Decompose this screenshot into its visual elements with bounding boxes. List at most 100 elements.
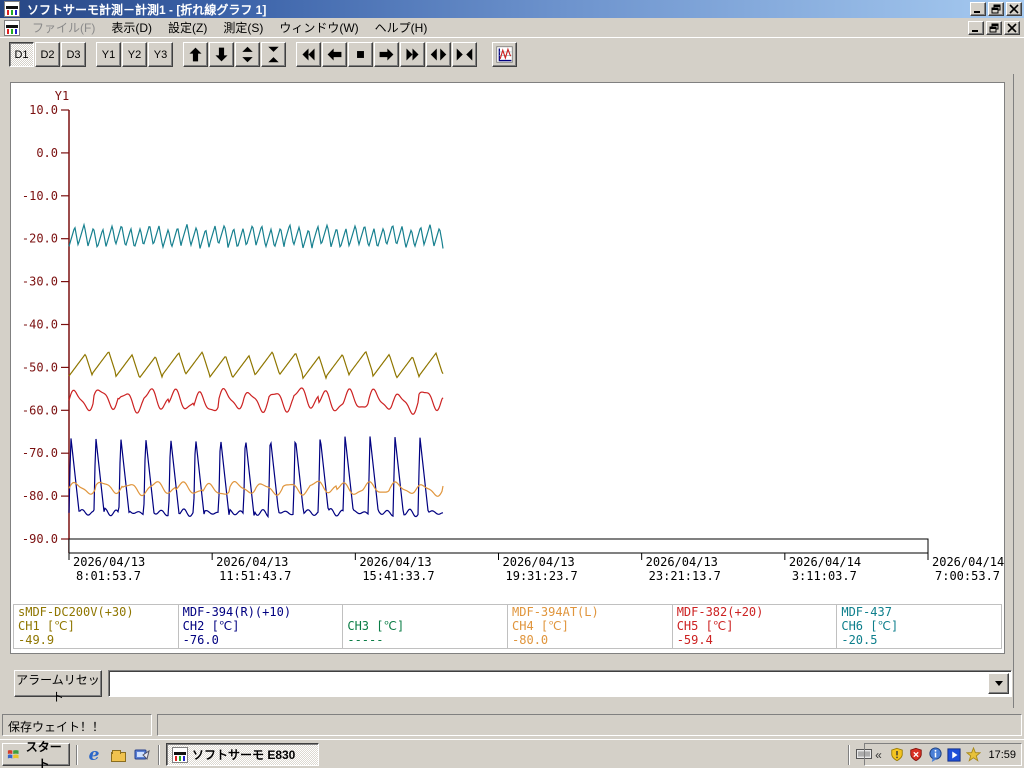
- y-tick-label: -90.0: [22, 532, 58, 546]
- legend-ch5-channel: CH5 [℃]: [676, 619, 734, 633]
- expand-vertical-button[interactable]: [235, 42, 260, 67]
- x-tick-date: 2026/04/14: [932, 555, 1004, 569]
- mdi-close-button[interactable]: [1004, 20, 1020, 35]
- x-tick-date: 2026/04/13: [73, 555, 145, 569]
- taskbar-separator: [158, 745, 160, 765]
- show-desktop-icon[interactable]: [132, 745, 152, 765]
- info-balloon-icon[interactable]: [927, 747, 943, 763]
- line-chart: Y110.0 0.0 -10.0 -20.0 -30.0 -40.0 -50.0 -60.0 -…: [22, 89, 1004, 583]
- app-icon: [4, 1, 20, 17]
- y-tick-label: -60.0: [22, 403, 58, 417]
- menu-settings[interactable]: 設定(Z): [160, 18, 215, 37]
- menu-measure[interactable]: 測定(S): [215, 18, 271, 37]
- expand-horizontal-icon: [430, 48, 447, 61]
- close-button[interactable]: [1006, 2, 1022, 16]
- internet-explorer-icon[interactable]: e: [84, 745, 104, 765]
- x-tick-time: 11:51:43.7: [219, 569, 291, 583]
- legend-ch6-value: -20.5: [841, 633, 878, 647]
- start-label: スタート: [25, 739, 62, 768]
- time-range-box[interactable]: [68, 538, 929, 554]
- y-tick-label: -30.0: [22, 275, 58, 289]
- x-tick-date: 2026/04/13: [646, 555, 718, 569]
- d1-button[interactable]: D1: [9, 42, 34, 67]
- legend-ch3-channel: CH3 [℃]: [347, 619, 405, 633]
- stop-button[interactable]: [348, 42, 373, 67]
- legend-ch5-value: -59.4: [676, 633, 713, 647]
- alarm-reset-button[interactable]: アラームリセット: [14, 670, 102, 704]
- rewind-button[interactable]: [296, 42, 321, 67]
- legend-ch6: MDF-437 CH6 [℃] -20.5: [837, 605, 1001, 648]
- system-tray: « 17:59: [864, 743, 1022, 766]
- folder-icon[interactable]: [108, 745, 128, 765]
- status-message: 保存ウェイト！！: [2, 714, 152, 736]
- window-title: ソフトサーモ計測－計測1 - [折れ線グラフ 1]: [27, 2, 267, 17]
- legend-ch4-channel: CH4 [℃]: [512, 619, 569, 633]
- compress-horizontal-button[interactable]: [452, 42, 477, 67]
- y1-button[interactable]: Y1: [96, 42, 121, 67]
- expand-horizontal-button[interactable]: [426, 42, 451, 67]
- media-play-icon[interactable]: [946, 747, 962, 763]
- taskbar-separator: [76, 745, 78, 765]
- menu-window[interactable]: ウィンドウ(W): [271, 18, 366, 37]
- menu-help[interactable]: ヘルプ(H): [367, 18, 436, 37]
- y2-button[interactable]: Y2: [122, 42, 147, 67]
- menu-view[interactable]: 表示(D): [103, 18, 160, 37]
- y-tick-label: 0.0: [36, 146, 58, 160]
- legend-ch3-name: [347, 605, 503, 619]
- mdi-minimize-button[interactable]: [968, 20, 984, 35]
- scroll-down-button[interactable]: [209, 42, 234, 67]
- security-warning-shield-icon[interactable]: [889, 747, 905, 763]
- toolbar: D1 D2 D3 Y1 Y2 Y3: [0, 37, 1024, 71]
- series-ch6: [68, 222, 444, 250]
- star-icon[interactable]: [965, 747, 981, 763]
- rewind-icon: [302, 48, 315, 61]
- alarm-combo-input[interactable]: [111, 673, 985, 694]
- channel-legend: sMDF-DC200V(+30) CH1 [℃] -49.9 MDF-394(R…: [13, 604, 1002, 649]
- mdi-restore-button[interactable]: [986, 20, 1002, 35]
- x-tick-time: 7:00:53.7: [935, 569, 1000, 583]
- legend-ch1: sMDF-DC200V(+30) CH1 [℃] -49.9: [14, 605, 179, 648]
- graph-settings-button[interactable]: [492, 42, 517, 67]
- tray-collapse-button[interactable]: «: [870, 747, 886, 763]
- series-ch2: [68, 436, 444, 519]
- step-forward-button[interactable]: [374, 42, 399, 67]
- legend-ch4-name: MDF-394AT(L): [512, 605, 599, 619]
- series-ch5: [68, 387, 444, 415]
- menu-file[interactable]: ファイル(F): [24, 18, 103, 37]
- legend-ch3: CH3 [℃] -----: [343, 605, 509, 648]
- chevron-down-icon: [994, 681, 1003, 686]
- y-tick-label: 10.0: [29, 103, 58, 117]
- legend-ch5: MDF-382(+20) CH5 [℃] -59.4: [673, 605, 838, 648]
- task-button-softthermo[interactable]: ソフトサーモ E830: [166, 743, 319, 766]
- y3-button[interactable]: Y3: [148, 42, 173, 67]
- start-button[interactable]: スタート: [2, 740, 70, 768]
- legend-ch2: MDF-394(R)(+10) CH2 [℃] -76.0: [179, 605, 344, 648]
- minimize-button[interactable]: [970, 2, 986, 16]
- status-secondary: [157, 714, 1022, 736]
- taskbar: スタート e ソフトサーモ E830 « 17:59: [0, 739, 1024, 768]
- taskbar-clock[interactable]: 17:59: [988, 749, 1016, 761]
- combo-dropdown-button[interactable]: [988, 673, 1009, 694]
- scroll-up-button[interactable]: [183, 42, 208, 67]
- compress-vertical-button[interactable]: [261, 42, 286, 67]
- legend-ch6-name: MDF-437: [841, 605, 892, 619]
- windows-logo-icon: [7, 750, 19, 759]
- alarm-combobox[interactable]: [108, 670, 1012, 697]
- legend-ch2-channel: CH2 [℃]: [182, 619, 240, 633]
- series-ch4: [68, 480, 444, 497]
- security-alert-shield-icon[interactable]: [908, 747, 924, 763]
- alarm-row: アラームリセット: [10, 662, 1012, 704]
- fast-forward-button[interactable]: [400, 42, 425, 67]
- mdi-child-icon[interactable]: [4, 19, 20, 36]
- d2-button[interactable]: D2: [35, 42, 60, 67]
- legend-ch4: MDF-394AT(L) CH4 [℃] -80.0: [508, 605, 673, 648]
- arrow-up-icon: [189, 47, 202, 62]
- restore-button[interactable]: [988, 2, 1004, 16]
- application-window: ソフトサーモ計測－計測1 - [折れ線グラフ 1] ファイル(F) 表示(D) …: [0, 0, 1024, 768]
- x-tick-time: 15:41:33.7: [362, 569, 434, 583]
- step-back-button[interactable]: [322, 42, 347, 67]
- compress-vertical-icon: [268, 46, 279, 63]
- d3-button[interactable]: D3: [61, 42, 86, 67]
- y-tick-label: -20.0: [22, 232, 58, 246]
- task-button-label: ソフトサーモ E830: [192, 748, 296, 762]
